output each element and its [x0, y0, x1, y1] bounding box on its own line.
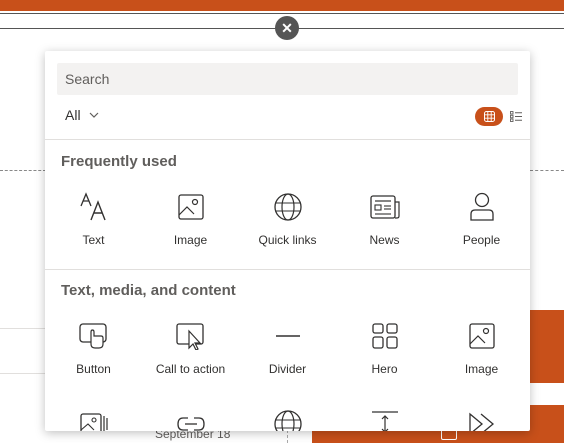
tile-image[interactable]: Image: [142, 191, 239, 247]
tile-image-2[interactable]: Image: [433, 320, 530, 376]
image-gallery-icon: [78, 408, 110, 431]
tile-label: News: [369, 233, 400, 247]
filter-dropdown[interactable]: All: [65, 107, 99, 123]
search-input[interactable]: Search: [57, 63, 518, 95]
link-icon: [175, 408, 207, 431]
grid-view-button[interactable]: [475, 107, 503, 126]
section-title-text-media-content: Text, media, and content: [61, 282, 236, 299]
list-icon: [510, 111, 522, 122]
background-orange-block: [530, 310, 564, 383]
web-part-toolbox: Search All Frequently used Text Image Qu…: [45, 51, 530, 431]
tile-hero[interactable]: Hero: [336, 320, 433, 376]
section-divider: [45, 139, 530, 140]
tile-button[interactable]: Button: [45, 320, 142, 376]
filter-label: All: [65, 107, 81, 123]
tile-label: Image: [173, 233, 208, 247]
tile-news[interactable]: News: [336, 191, 433, 247]
tile-label: Button: [76, 362, 111, 376]
news-icon: [369, 191, 401, 223]
tile-call-to-action[interactable]: Call to action: [142, 320, 239, 376]
person-icon: [466, 191, 498, 223]
background-list-rows: [0, 328, 46, 443]
tile-image-gallery[interactable]: [45, 408, 142, 431]
globe-icon: [272, 408, 304, 431]
globe-icon: [272, 191, 304, 223]
section-dashed-line: [0, 170, 46, 171]
tile-row-frequently-used: Text Image Quick links News People: [45, 191, 530, 247]
text-icon: [78, 191, 110, 223]
tile-globe[interactable]: [239, 408, 336, 431]
tile-label: Call to action: [155, 362, 226, 376]
tile-quick-links[interactable]: Quick links: [239, 191, 336, 247]
tile-divider[interactable]: Divider: [239, 320, 336, 376]
spacer-icon: [369, 408, 401, 431]
stream-icon: [466, 408, 498, 431]
tile-spacer[interactable]: [336, 408, 433, 431]
tile-row-text-media-content: Button Call to action Divider Hero Image: [45, 320, 530, 376]
section-dashed-line: [530, 170, 564, 171]
tile-people[interactable]: People: [433, 191, 530, 247]
tile-label: Hero: [371, 362, 398, 376]
close-toolbox-button[interactable]: ✕: [275, 16, 299, 40]
page-header-band: [0, 0, 564, 11]
tile-label: Image: [464, 362, 499, 376]
tile-stream[interactable]: [433, 408, 530, 431]
tile-link[interactable]: [142, 408, 239, 431]
tile-label: Text: [82, 233, 105, 247]
call-to-action-icon: [175, 320, 207, 352]
view-toggle: [475, 107, 523, 126]
image-icon: [175, 191, 207, 223]
chevron-down-icon: [89, 112, 98, 118]
tile-row-partial: [45, 408, 530, 431]
button-icon: [78, 320, 110, 352]
list-view-button[interactable]: [509, 110, 523, 124]
search-placeholder: Search: [65, 71, 110, 87]
image-icon: [466, 320, 498, 352]
divider-icon: [272, 320, 304, 352]
close-icon: ✕: [281, 19, 293, 36]
hero-icon: [369, 320, 401, 352]
tile-text[interactable]: Text: [45, 191, 142, 247]
section-title-frequently-used: Frequently used: [61, 153, 177, 170]
tile-label: Quick links: [258, 233, 317, 247]
section-border-line: [0, 13, 564, 14]
section-divider: [45, 269, 530, 270]
tile-label: Divider: [268, 362, 307, 376]
tile-label: People: [462, 233, 501, 247]
grid-icon: [483, 111, 495, 122]
